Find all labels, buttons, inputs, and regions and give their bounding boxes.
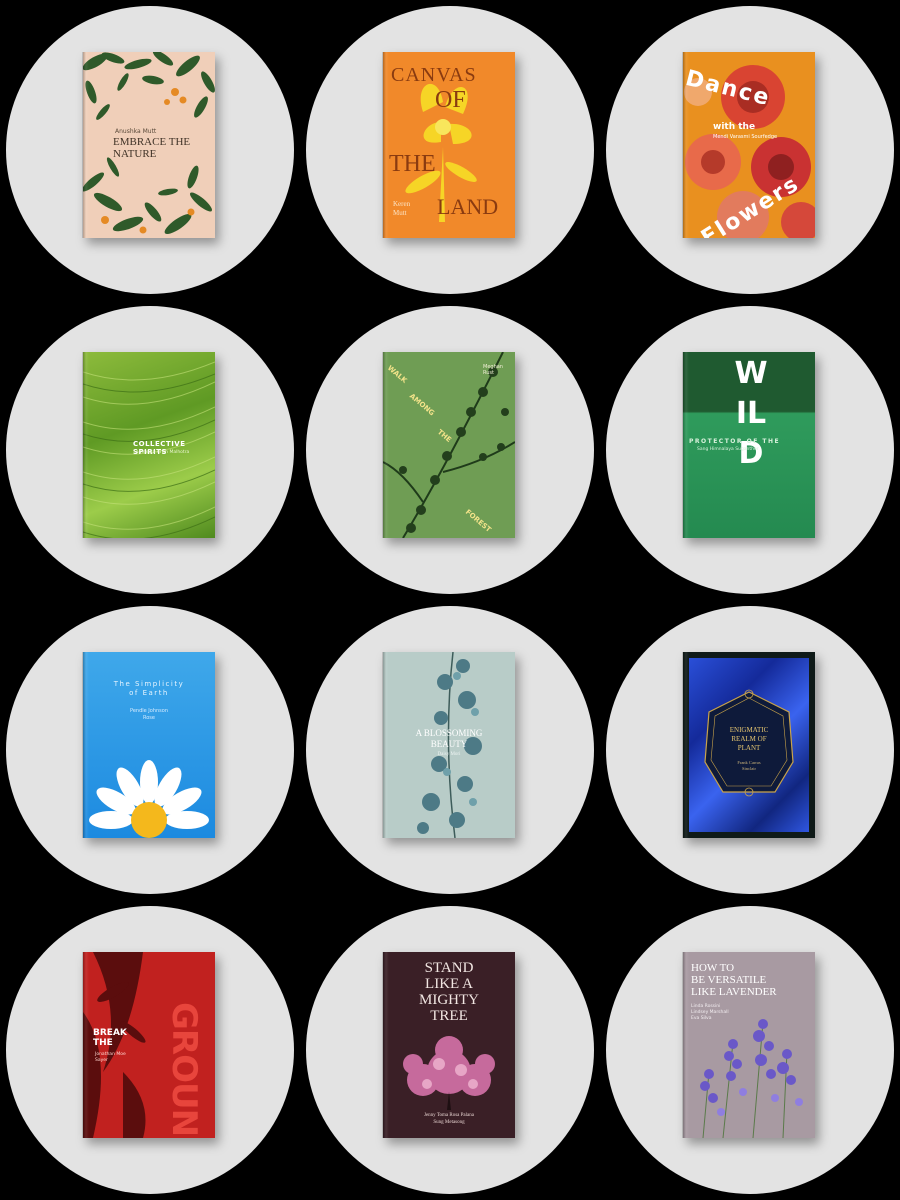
- blossom-tree-illustration: [403, 1036, 495, 1110]
- author-line: Mutt: [393, 209, 407, 217]
- book-cover-enigmatic-realm[interactable]: ENIGMATIC REALM OF PLANT Frank Carras Si…: [683, 652, 815, 838]
- cover-cell-dance-with-flowers[interactable]: Dance with the Mendi Varasmi Sourfedge F…: [600, 0, 900, 300]
- title-line: BEAUTY: [430, 739, 468, 749]
- cover-cell-embrace-nature[interactable]: Anushka Mutt EMBRACE THE NATURE: [0, 0, 300, 300]
- author-name: Meghan Rust: [483, 364, 503, 376]
- book-cover-blossoming-beauty[interactable]: A BLOSSOMING BEAUTY Daisy Mori: [383, 652, 515, 838]
- book-cover-grid: Anushka Mutt EMBRACE THE NATURE CANVAS O…: [0, 0, 900, 1200]
- cover-cell-collective-spirits[interactable]: COLLECTIVE SPIRITS Sameeiya Arish Malhot…: [0, 300, 300, 600]
- title-connector: with the: [713, 122, 756, 132]
- cover-cell-canvas-of-the-land[interactable]: CANVAS OF THE LAND Keren Mutt: [300, 0, 600, 300]
- title-line: LAND: [437, 194, 499, 219]
- book-cover-walk-among-forest[interactable]: WALK AMONG THE FOREST Meghan Rust: [383, 352, 515, 538]
- book-cover-simplicity-of-earth[interactable]: The Simplicity of Earth Pendle Johnson R…: [83, 652, 215, 838]
- title-line: THE: [93, 1038, 113, 1048]
- author-line: Jenny Toma Rosa Palana: [424, 1113, 474, 1118]
- book-cover-break-the-ground[interactable]: GROUND BREAK THE Jonathan Moe Sayer: [83, 952, 215, 1138]
- cover-cell-versatile-lavender[interactable]: HOW TO BE VERSATILE LIKE LAVENDER Linda …: [600, 900, 900, 1200]
- title-big: GROUND: [164, 1002, 204, 1138]
- author-name: Sameeiya Arish Malhotra: [133, 450, 190, 455]
- author-name: Anushka Mutt: [115, 128, 157, 135]
- author-name: Daisy Mori: [437, 752, 461, 757]
- title-line: REALM OF: [731, 735, 767, 743]
- book-cover-collective-spirits[interactable]: COLLECTIVE SPIRITS Sameeiya Arish Malhot…: [83, 352, 215, 538]
- daisy-illustration: [89, 760, 209, 838]
- book-subtitle: Mendi Varasmi Sourfedge: [713, 134, 778, 140]
- author-line: Sayer: [95, 1058, 108, 1063]
- cover-cell-blossoming-beauty[interactable]: A BLOSSOMING BEAUTY Daisy Mori: [300, 600, 600, 900]
- book-cover-canvas-of-the-land[interactable]: CANVAS OF THE LAND Keren Mutt: [383, 52, 515, 238]
- author-line: Sung Metasong: [433, 1120, 465, 1125]
- title-line: ENIGMATIC: [729, 726, 769, 734]
- title-line: A BLOSSOMING: [415, 728, 483, 738]
- book-cover-stand-like-tree[interactable]: STAND LIKE A MIGHTY TREE Jenny Toma Rosa…: [383, 952, 515, 1138]
- cover-cell-break-the-ground[interactable]: GROUND BREAK THE Jonathan Moe Sayer: [0, 900, 300, 1200]
- book-subtitle: PROTECTOR OF THE: [689, 438, 781, 445]
- author-line: Sinclair: [742, 766, 756, 771]
- cover-cell-simplicity-of-earth[interactable]: The Simplicity of Earth Pendle Johnson R…: [0, 600, 300, 900]
- lavender-illustration: [700, 1019, 803, 1138]
- title-line: PLANT: [737, 744, 761, 752]
- author-name: Sang Himnalaya Suganther: [697, 447, 759, 452]
- book-cover-embrace-nature[interactable]: Anushka Mutt EMBRACE THE NATURE: [83, 52, 215, 238]
- title-line: BREAK: [93, 1028, 127, 1038]
- cover-cell-wild[interactable]: WILD PROTECTOR OF THE Sang Himnalaya Sug…: [600, 300, 900, 600]
- title-line: OF: [435, 87, 466, 113]
- author-line: Keren: [393, 200, 411, 208]
- book-cover-wild[interactable]: WILD PROTECTOR OF THE Sang Himnalaya Sug…: [683, 352, 815, 538]
- title-line: THE: [389, 151, 436, 177]
- cover-cell-enigmatic-realm[interactable]: ENIGMATIC REALM OF PLANT Frank Carras Si…: [600, 600, 900, 900]
- book-title: WILD: [734, 356, 768, 471]
- book-cover-versatile-lavender[interactable]: HOW TO BE VERSATILE LIKE LAVENDER Linda …: [683, 952, 815, 1138]
- book-title: EMBRACE THE NATURE: [113, 136, 191, 160]
- cover-cell-stand-like-tree[interactable]: STAND LIKE A MIGHTY TREE Jenny Toma Rosa…: [300, 900, 600, 1200]
- title-line: CANVAS: [391, 64, 477, 86]
- book-cover-dance-with-flowers[interactable]: Dance with the Mendi Varasmi Sourfedge F…: [683, 52, 815, 238]
- cover-cell-walk-among-forest[interactable]: WALK AMONG THE FOREST Meghan Rust: [300, 300, 600, 600]
